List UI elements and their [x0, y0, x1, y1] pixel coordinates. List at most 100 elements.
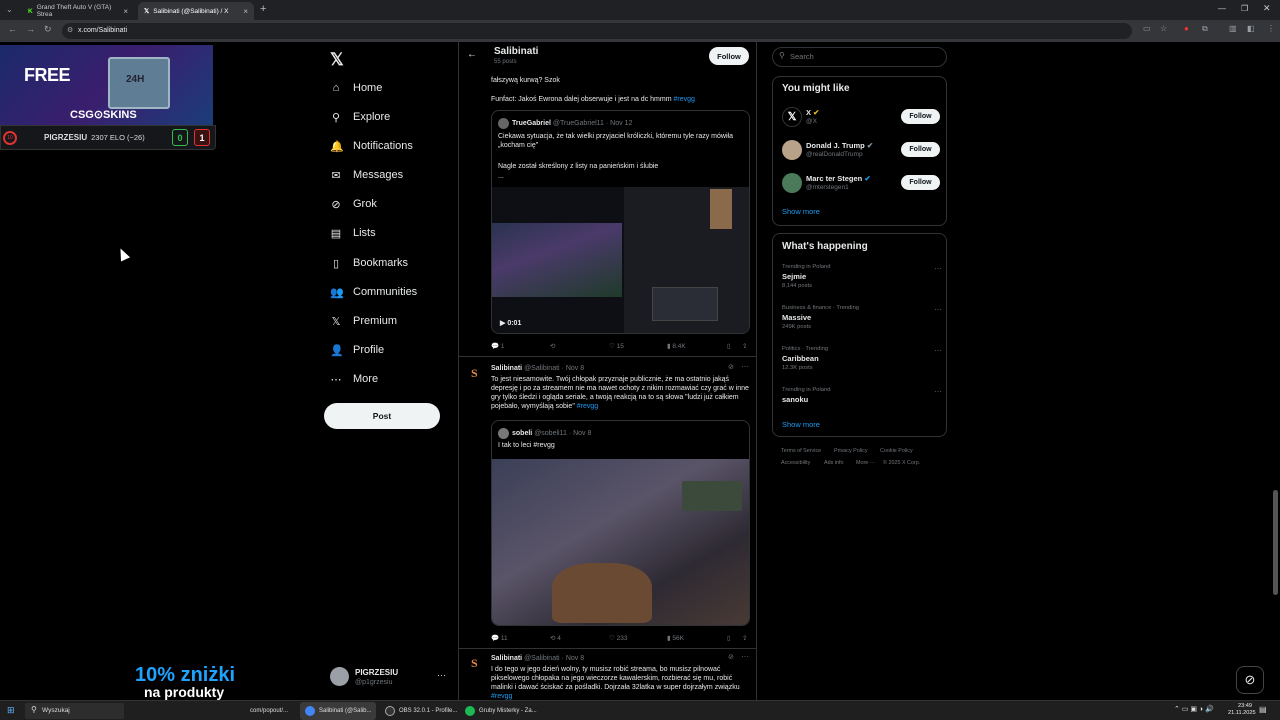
author-handle[interactable]: @Salibinati — [524, 655, 560, 662]
bookmark-icon[interactable]: ▯ — [727, 342, 731, 350]
post-date[interactable]: · Nov 8 — [562, 365, 585, 372]
taskbar-clock[interactable]: 23:49 21.11.2025 — [1228, 703, 1256, 717]
show-more-link[interactable]: Show more — [782, 420, 820, 429]
author-name[interactable]: Salibinati — [491, 655, 522, 662]
sidebar-item-premium[interactable]: 𝕏 Premium — [330, 313, 397, 329]
hashtag-link[interactable]: #revgg — [491, 693, 512, 700]
tab-menu-icon[interactable]: ⌄ — [6, 5, 13, 14]
back-arrow-icon[interactable]: ← — [467, 49, 477, 60]
hashtag-link[interactable]: #revgg — [577, 403, 598, 410]
quoted-post[interactable]: TrueGabriel @TrueGabriel11 · Nov 12 Ciek… — [491, 110, 750, 334]
trend-item[interactable]: Trending in Poland sanoku ··· — [782, 387, 942, 417]
sidebar-item-more[interactable]: ⋯ More — [330, 371, 379, 387]
show-more-link[interactable]: Show more — [782, 207, 820, 216]
more-icon[interactable]: ··· — [934, 305, 942, 314]
like-button[interactable]: ♡ 233 — [609, 634, 628, 642]
post-button[interactable]: Post — [324, 403, 440, 429]
search-input[interactable]: Search — [772, 47, 947, 67]
more-icon[interactable]: ··· — [741, 652, 749, 661]
tab-salibinati[interactable]: 𝕏 Salibinati (@Salibinati) / X × — [138, 2, 254, 20]
video-player[interactable]: ▶ 0:01 — [492, 187, 749, 333]
follow-button[interactable]: Follow — [901, 175, 940, 190]
trend-item[interactable]: Trending in Poland Sejmie 8,144 posts ··… — [782, 264, 942, 294]
reload-icon[interactable]: ↻ — [44, 24, 52, 35]
sidebar-item-explore[interactable]: ⚲ Explore — [330, 109, 390, 125]
account-switcher[interactable]: PIGRZESIU @p1grzesiu ··· — [330, 666, 450, 690]
x-logo-icon[interactable]: 𝕏 — [330, 50, 344, 70]
author-avatar[interactable]: S — [471, 366, 485, 380]
sidebar-item-communities[interactable]: 👥 Communities — [330, 284, 417, 300]
follow-button[interactable]: Follow — [901, 142, 940, 157]
taskbar-item-spotify[interactable]: Gruby Misterky - Za... — [460, 702, 542, 720]
views-button[interactable]: ▮ 56K — [667, 634, 684, 642]
tray-icons[interactable]: ⌃ ▭ ▣ ◑ 🔊 — [1174, 705, 1214, 713]
hashtag-link[interactable]: #revgg — [673, 96, 694, 103]
share-icon[interactable]: ⇪ — [742, 342, 747, 350]
more-icon[interactable]: ··· — [741, 362, 749, 371]
sidebar-item-grok[interactable]: ⊘ Grok — [330, 196, 376, 212]
scrollbar[interactable] — [1273, 490, 1278, 595]
sidebar-icon[interactable]: ▥ — [1229, 24, 1237, 33]
sidebar-item-notifications[interactable]: 🔔 Notifications — [330, 138, 413, 154]
back-icon[interactable]: ← — [8, 24, 17, 34]
more-icon[interactable]: ··· — [934, 346, 942, 355]
grok-icon[interactable]: ⊘ — [728, 653, 734, 661]
reply-button[interactable]: 💬 1 — [491, 342, 505, 350]
taskbar-item[interactable]: com/popout/... — [245, 702, 293, 720]
footer-link[interactable]: Cookie Policy — [880, 448, 913, 454]
bookmark-icon[interactable]: ▯ — [727, 634, 731, 642]
site-info-icon[interactable]: ⚙ — [67, 26, 73, 34]
suggestion-terstegen[interactable]: Marc ter Stegen ✔ @mterstegen1 Follow — [782, 173, 942, 195]
quoted-post[interactable]: sobeli @sobeli11 · Nov 8 I tak to leci #… — [491, 420, 750, 626]
close-window-icon[interactable]: ✕ — [1263, 3, 1271, 14]
cast-icon[interactable]: ▭ — [1143, 24, 1151, 33]
kebab-menu-icon[interactable]: ⋮ — [1267, 24, 1275, 33]
star-icon[interactable]: ☆ — [1160, 24, 1167, 33]
like-button[interactable]: ♡ 15 — [609, 342, 624, 350]
sidebar-item-profile[interactable]: 👤 Profile — [330, 342, 384, 358]
repost-button[interactable]: ⟲ — [550, 342, 555, 350]
extensions-icon[interactable]: ⧉ — [1202, 24, 1208, 34]
follow-button[interactable]: Follow — [901, 109, 940, 124]
sidebar-item-bookmarks[interactable]: ▯ Bookmarks — [330, 255, 408, 271]
taskbar-item-obs[interactable]: OBS 32.0.1 - Profile... — [380, 702, 462, 720]
post-date[interactable]: · Nov 8 — [562, 655, 585, 662]
trend-item[interactable]: Business & finance · Trending Massive 24… — [782, 305, 942, 335]
more-icon[interactable]: ··· — [437, 670, 446, 680]
reply-button[interactable]: 💬 11 — [491, 634, 508, 642]
grok-icon[interactable]: ⊘ — [728, 363, 734, 371]
footer-link[interactable]: Terms of Service — [781, 448, 821, 454]
windows-start-icon[interactable]: ⊞ — [7, 705, 15, 716]
sidebar-item-lists[interactable]: ▤ Lists — [330, 225, 376, 241]
video-player[interactable] — [492, 459, 749, 625]
suggestion-x[interactable]: 𝕏 X ✔ @X Follow — [782, 107, 942, 129]
new-tab-icon[interactable]: + — [260, 3, 266, 15]
sidebar-item-home[interactable]: ⌂ Home — [330, 80, 383, 96]
repost-button[interactable]: ⟲ 4 — [550, 634, 561, 642]
more-icon[interactable]: ··· — [934, 264, 942, 273]
grok-floating-icon[interactable]: ⊘ — [1236, 666, 1264, 694]
follow-button[interactable]: Follow — [709, 47, 749, 65]
taskbar-item-chrome[interactable]: Salibinati (@Salib... — [300, 702, 377, 720]
author-avatar[interactable]: S — [471, 656, 485, 670]
views-button[interactable]: ▮ 8.4K — [667, 342, 686, 350]
trend-item[interactable]: Politics · Trending Caribbean 12.3K post… — [782, 346, 942, 376]
footer-link[interactable]: Privacy Policy — [834, 448, 868, 454]
extension-icon[interactable]: ● — [1184, 24, 1189, 33]
tab-gta-stream[interactable]: K Grand Theft Auto V (GTA) Strea × — [22, 2, 134, 20]
footer-link[interactable]: More ··· — [856, 460, 875, 466]
share-icon[interactable]: ⇪ — [742, 634, 747, 642]
notification-icon[interactable]: ▤ — [1259, 705, 1267, 714]
author-name[interactable]: Salibinati — [491, 365, 522, 372]
taskbar-search[interactable]: Wyszukaj — [25, 703, 124, 719]
maximize-icon[interactable]: ❐ — [1241, 4, 1248, 13]
author-handle[interactable]: @Salibinati — [524, 365, 560, 372]
footer-link[interactable]: Accessibility — [781, 460, 810, 466]
suggestion-trump[interactable]: Donald J. Trump ✔ @realDonaldTrump Follo… — [782, 140, 942, 162]
profile-icon[interactable]: ◧ — [1247, 24, 1255, 33]
footer-link[interactable]: Ads info — [824, 460, 843, 466]
forward-icon[interactable]: → — [26, 24, 35, 34]
close-icon[interactable]: × — [123, 7, 128, 16]
close-icon[interactable]: × — [243, 7, 248, 16]
url-field[interactable]: x.com/Salibinati — [62, 23, 1132, 39]
